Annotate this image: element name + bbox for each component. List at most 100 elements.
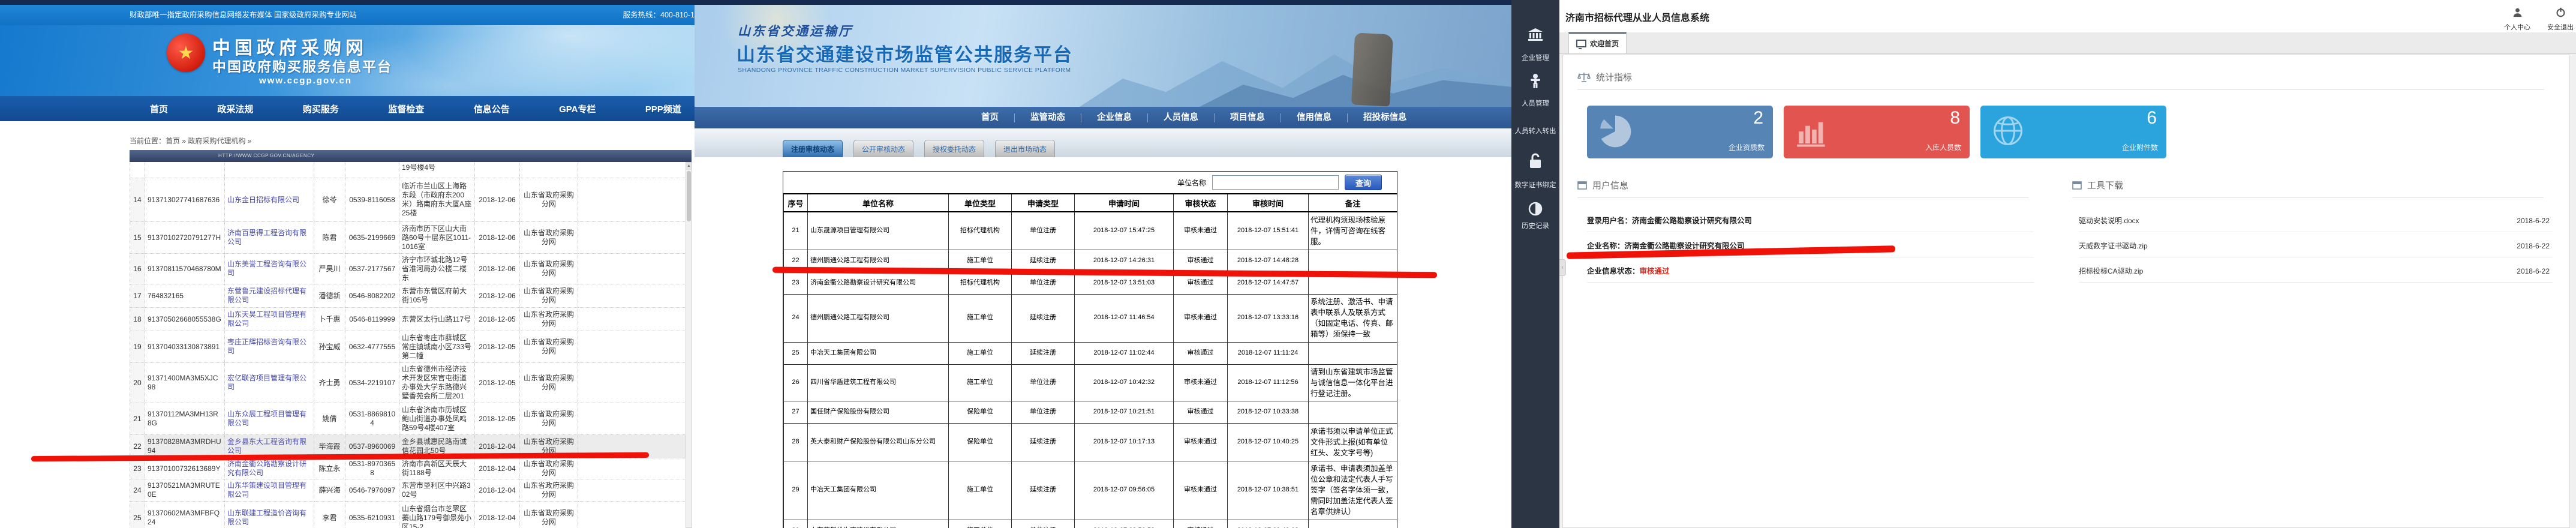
sidebar-item-5[interactable]: 历史记录 <box>1511 221 1559 230</box>
cell-remark: 承诺书、申请表须加盖单位公章和法定代表人手写签字（签名字体须一致，需同时加盖法定… <box>1309 461 1397 520</box>
nav-item-6[interactable]: 信用信息 <box>1281 113 1347 122</box>
national-emblem-icon: ★ <box>167 34 205 72</box>
cell-no: 21 <box>130 403 145 435</box>
column-header: 审核状态 <box>1174 194 1228 212</box>
scrollbar[interactable]: ▲ <box>686 162 692 528</box>
cell-audit-status: 审核通过 <box>1174 342 1228 364</box>
panel-icon <box>2072 181 2082 190</box>
cell-contact: 姚倩 <box>314 403 345 435</box>
cell-branch: 山东省政府采购分网 <box>520 502 578 528</box>
nav-item-5[interactable]: 项目信息 <box>1214 113 1281 122</box>
table-row: 1891370502668055538G山东天昊工程项目管理有限公司卜千惠054… <box>130 308 686 331</box>
stat-card-2[interactable]: 8入库人员数 <box>1784 106 1970 158</box>
agency-link[interactable]: 山东华策建设项目管理有限公司 <box>225 479 314 502</box>
history-icon <box>1511 202 1559 219</box>
table-row: 2391370100732613689Y济南金衢公路勘察设计研究有限公司陈立永0… <box>130 458 686 479</box>
nav-item-1[interactable]: 首页 <box>150 103 168 115</box>
cell-audit-time: 2018-12-07 11:12:56 <box>1228 364 1309 401</box>
tab-welcome-home[interactable]: 欢迎首页 <box>1568 32 1627 53</box>
nav-item-2[interactable]: 政采法规 <box>217 103 253 115</box>
stat-card-3[interactable]: 6企业附件数 <box>1980 106 2166 158</box>
tool-file-link[interactable]: 驱动安装说明.docx <box>2079 217 2139 225</box>
nav-item-3[interactable]: 购买服务 <box>303 103 339 115</box>
nav-item-4[interactable]: 监督检查 <box>388 103 424 115</box>
audit-table: 序号单位名称单位类型申请类型申请时间审核状态审核时间备注 21山东晟源项目管理有… <box>783 193 1397 528</box>
sdjt-subtitle-en: SHANDONG PROVINCE TRAFFIC CONSTRUCTION M… <box>738 67 1071 74</box>
stat-card-1[interactable]: 2企业资质数 <box>1587 106 1773 158</box>
cell-audit-status: 审核通过 <box>1174 520 1228 528</box>
nav-item-5[interactable]: 信息公告 <box>474 103 510 115</box>
nav-item-7[interactable]: PPP频道 <box>645 103 681 115</box>
agency-link[interactable]: 枣庄正辉招标咨询有限公司 <box>225 331 314 363</box>
cell-apply-type: 延续注册 <box>1012 295 1075 343</box>
power-icon <box>2541 7 2576 20</box>
table-row: 19913704033130873891枣庄正辉招标咨询有限公司孙宝威0632-… <box>130 331 686 363</box>
cell-audit-status: 审核未通过 <box>1174 212 1228 250</box>
stone-monument-graphic <box>1351 32 1393 106</box>
nav-item-2[interactable]: 监管动态 <box>1014 113 1081 122</box>
cell-credit-code: 91370100732613689Y <box>145 458 225 479</box>
scroll-up-icon[interactable]: ▲ <box>686 163 692 170</box>
sidebar-item-3[interactable]: 人员转入转出 <box>1511 126 1559 136</box>
scroll-thumb[interactable] <box>687 171 691 221</box>
jinan-system-window: 济南市招标代理从业人员信息系统 个人中心安全退出 欢迎首页 统计指标 2企业资质… <box>1511 0 2576 528</box>
tab-3[interactable]: 授权委托动态 <box>924 140 984 157</box>
user-icon <box>2498 7 2536 20</box>
tab-4[interactable]: 退出市场动态 <box>995 140 1055 157</box>
nav-item-7[interactable]: 招投标信息 <box>1347 113 1423 122</box>
column-header: 审核时间 <box>1228 194 1309 212</box>
cell-empty <box>578 479 686 502</box>
sidebar-item-2[interactable]: 人员管理 <box>1511 98 1559 108</box>
sidebar-collapse-handle[interactable]: ‹ <box>1559 259 1566 276</box>
user-info-header-label: 用户信息 <box>1592 179 1628 191</box>
cell-credit-code: 913704033130873891 <box>145 331 225 363</box>
cell-unit-type: 施工单位 <box>949 461 1012 520</box>
sidebar-item-1[interactable]: 企业管理 <box>1511 53 1559 62</box>
stat-label: 企业资质数 <box>1729 142 1765 152</box>
stats-header-label: 统计指标 <box>1596 71 1632 83</box>
unit-name-input[interactable] <box>1212 175 1339 190</box>
agency-link[interactable]: 山东美誉工程咨询有限公司 <box>225 254 314 284</box>
sidebar-item-4[interactable]: 数字证书绑定 <box>1511 180 1559 190</box>
nav-item-3[interactable]: 企业信息 <box>1081 113 1147 122</box>
stats-section-header: 统计指标 <box>1577 71 1632 83</box>
agency-link[interactable]: 宏亿联咨项目管理有限公司 <box>225 363 314 403</box>
cell-remark: 系统注册、激活书、申请表中联系人及联系方式（如固定电话、传真、邮箱等）须保持一致 <box>1309 295 1397 343</box>
action-2[interactable]: 安全退出 <box>2541 7 2576 32</box>
tool-file-link[interactable]: 天威数字证书驱动.zip <box>2079 242 2148 250</box>
cell-credit-code: 91371400MA3M5XJC98 <box>145 363 225 403</box>
cell-branch: 山东省政府采购分网 <box>520 363 578 403</box>
tab-2[interactable]: 公开审核动态 <box>853 140 913 157</box>
cell-address: 山东省德州市经济技术开发区宋官屯街道办事处大学东路德兴墅香苑会所二层201 <box>399 363 475 403</box>
agency-link[interactable]: 山东金日招标有限公司 <box>225 178 314 222</box>
action-1[interactable]: 个人中心 <box>2498 7 2536 32</box>
nav-item-6[interactable]: GPA专栏 <box>559 103 596 115</box>
cell-phone: 0535-6210931 <box>345 502 399 528</box>
cell-unit-type: 施工单位 <box>949 342 1012 364</box>
dashboard-card: 统计指标 2企业资质数8入库人员数6企业附件数 用户信息 工具下载 登录用户名：… <box>1562 55 2570 528</box>
tool-file-link[interactable]: 招标投标CA驱动.zip <box>2079 267 2143 275</box>
agency-link[interactable]: 山东天昊工程项目管理有限公司 <box>225 308 314 331</box>
query-button[interactable]: 查询 <box>1345 175 1382 190</box>
cell-credit-code: 91370602MA3MFBFQ24 <box>145 502 225 528</box>
cell-credit-code: 913713027741687636 <box>145 178 225 222</box>
cell-audit-time: 2018-12-07 15:51:41 <box>1228 212 1309 250</box>
cell-no: 26 <box>784 364 808 401</box>
agency-link[interactable]: 东营鲁元建设招标代理有限公司 <box>225 284 314 308</box>
cell-audit-status: 审核通过 <box>1174 250 1228 272</box>
nav-item-4[interactable]: 人员信息 <box>1147 113 1214 122</box>
nav-item-1[interactable]: 首页 <box>966 113 1014 122</box>
tab-1[interactable]: 注册审核动态 <box>783 140 843 157</box>
info-value: 济南金衢公路勘察设计研究有限公司 <box>1632 217 1752 225</box>
cell-credit-code: 91370102720791277H <box>145 222 225 254</box>
agency-link[interactable]: 济南百思得工程咨询有限公司 <box>225 222 314 254</box>
agency-link[interactable]: 济南金衢公路勘察设计研究有限公司 <box>225 458 314 479</box>
sidebar: 企业管理人员管理人员转入转出数字证书绑定历史记录 <box>1511 0 1559 528</box>
agency-table-banner: HTTP://WWW.CCGP.GOV.CN/AGENCY <box>130 150 692 162</box>
agency-link[interactable]: 山东联建工程造价咨询有限公司 <box>225 502 314 528</box>
agency-link[interactable]: 山东众展工程项目管理有限公司 <box>225 403 314 435</box>
info-value: 审核通过 <box>1640 267 1670 275</box>
cell-no: 27 <box>784 401 808 423</box>
cell-no: 15 <box>130 222 145 254</box>
tool-date: 2018-6-22 <box>2517 235 2550 257</box>
